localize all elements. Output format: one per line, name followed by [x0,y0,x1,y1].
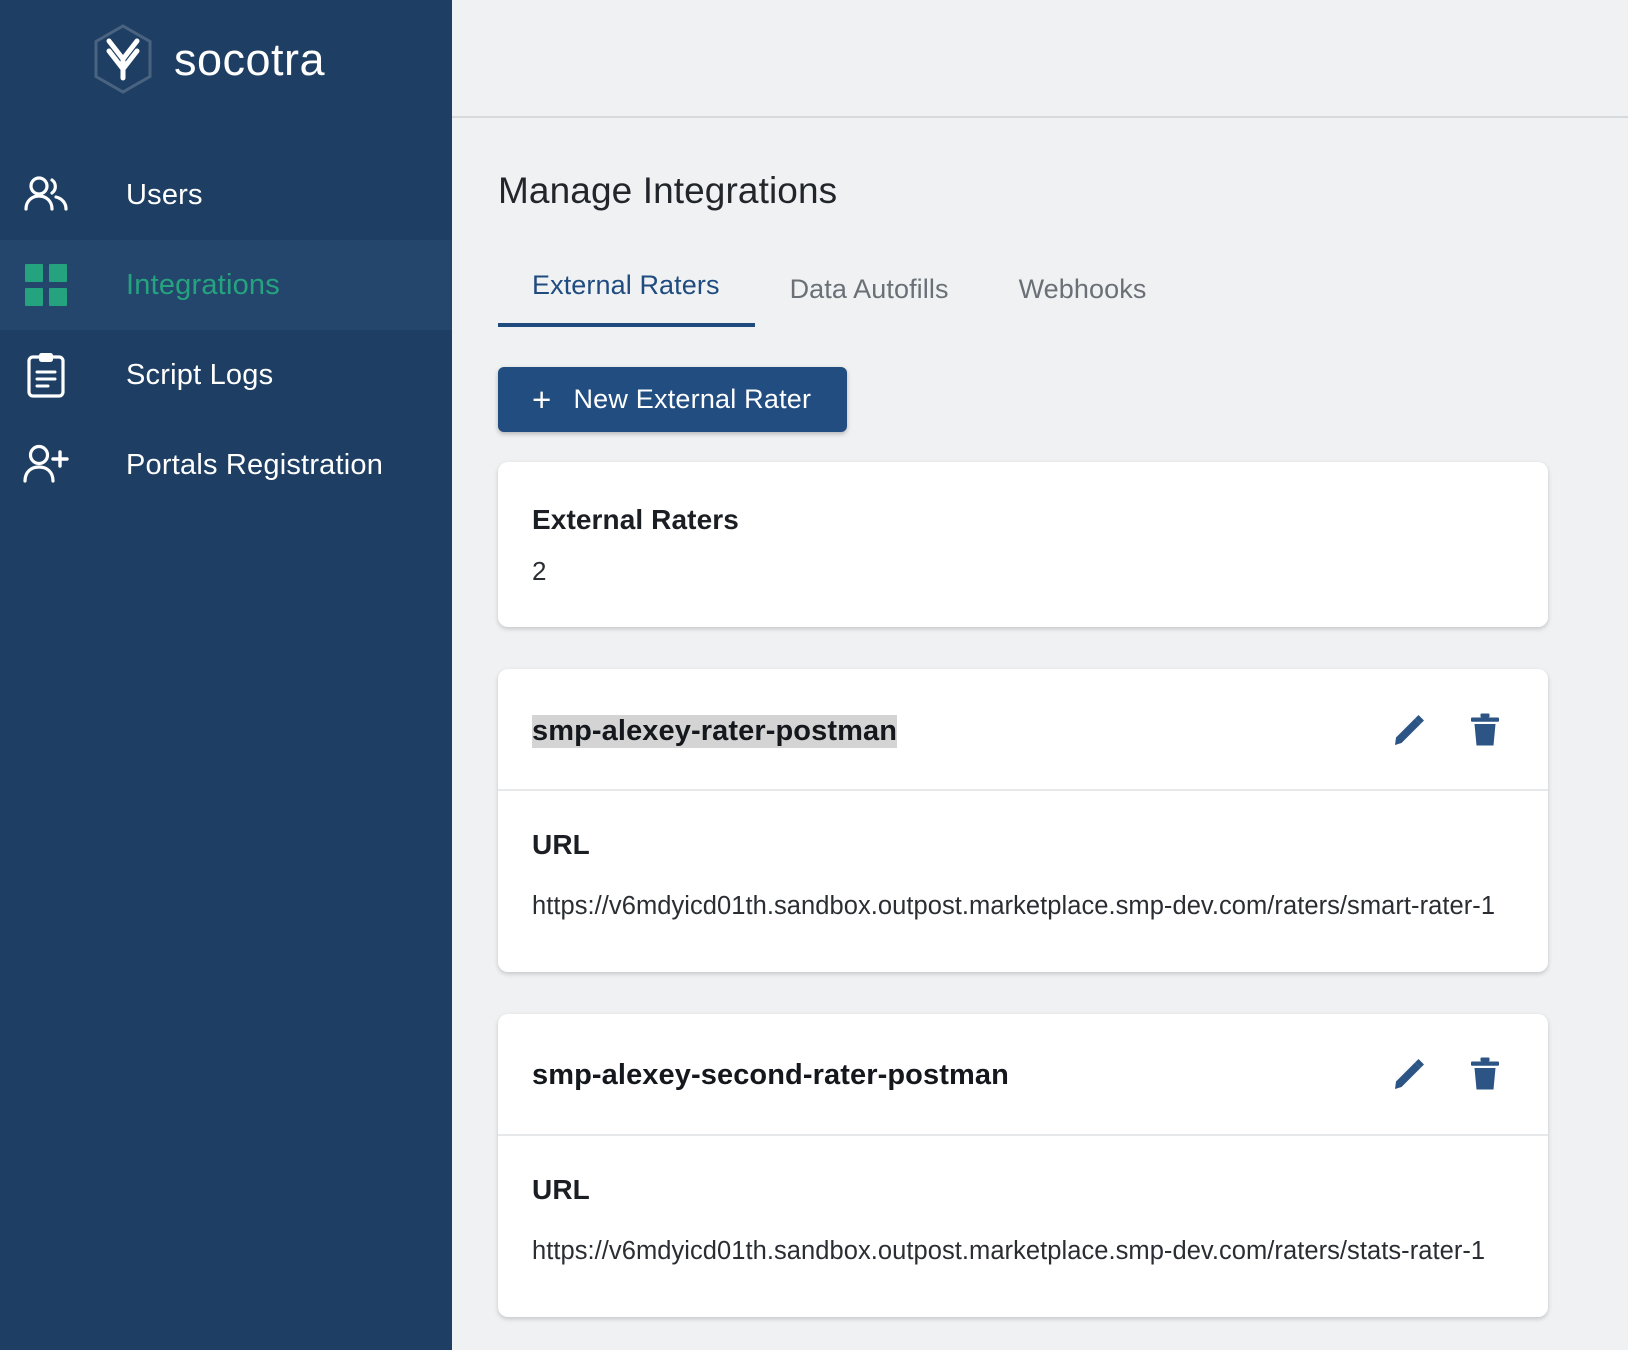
tab-webhooks[interactable]: Webhooks [984,274,1182,327]
socotra-hexagon-logo-icon [92,24,154,94]
page-title: Manage Integrations [498,170,838,211]
sidebar-nav: Users Integrations Script Logs Portals R… [0,150,452,510]
rater-name[interactable]: smp-alexey-rater-postman [532,714,898,748]
sidebar-item-label: Portals Registration [126,448,384,481]
sidebar-item-label: Script Logs [126,358,274,391]
pencil-icon [1393,714,1425,749]
rater-card: smp-alexey-rater-postman URL https://v6m… [498,669,1548,972]
top-bar [452,0,1628,118]
trash-icon [1470,1057,1500,1094]
users-icon [18,167,74,223]
rater-card-header: smp-alexey-rater-postman [498,669,1548,791]
plus-icon: + [532,381,552,418]
main-content: Manage Integrations External Raters Data… [452,0,1628,1350]
app-root: socotra Users Integrations Script Logs P… [0,0,1628,1350]
edit-rater-button[interactable] [1392,713,1426,749]
brand-name: socotra [174,33,326,85]
delete-rater-button[interactable] [1468,713,1502,749]
edit-rater-button[interactable] [1392,1058,1426,1094]
clipboard-icon [18,347,74,403]
summary-title: External Raters [532,504,739,535]
rater-card-body: URL https://v6mdyicd01th.sandbox.outpost… [498,791,1548,972]
sidebar-item-integrations[interactable]: Integrations [0,240,452,330]
summary-count: 2 [532,556,547,586]
rater-card-header: smp-alexey-second-rater-postman [498,1014,1548,1136]
sidebar-item-script-logs[interactable]: Script Logs [0,330,452,420]
tab-bar: External Raters Data Autofills Webhooks [498,270,1548,327]
sidebar-item-users[interactable]: Users [0,150,452,240]
url-field-value: https://v6mdyicd01th.sandbox.outpost.mar… [532,1236,1486,1265]
grid-squares-icon [18,257,74,313]
rater-actions [1392,1057,1502,1094]
tab-label: Data Autofills [789,274,949,304]
sidebar-item-portals-registration[interactable]: Portals Registration [0,420,452,510]
tab-external-raters[interactable]: External Raters [498,270,755,327]
trash-icon [1470,713,1500,750]
rater-card-body: URL https://v6mdyicd01th.sandbox.outpost… [498,1136,1548,1317]
pencil-icon [1393,1058,1425,1093]
rater-name[interactable]: smp-alexey-second-rater-postman [532,1059,1009,1092]
brand: socotra [0,0,452,118]
external-raters-summary-card: External Raters 2 [498,462,1548,627]
url-field-label: URL [532,829,590,860]
sidebar-item-label: Integrations [126,268,280,301]
user-plus-icon [18,437,74,493]
sidebar-item-label: Users [126,178,203,211]
sidebar: socotra Users Integrations Script Logs P… [0,0,452,1350]
delete-rater-button[interactable] [1468,1057,1502,1094]
tab-data-autofills[interactable]: Data Autofills [755,274,984,327]
tab-label: Webhooks [1018,274,1147,304]
rater-actions [1392,713,1502,749]
new-external-rater-button[interactable]: + New External Rater [498,367,848,432]
url-field-label: URL [532,1173,590,1205]
content-area: Manage Integrations External Raters Data… [452,118,1628,1317]
url-field-value: https://v6mdyicd01th.sandbox.outpost.mar… [532,892,1496,920]
tab-label: External Raters [532,270,720,300]
new-external-rater-label: New External Rater [573,384,812,414]
rater-card: smp-alexey-second-rater-postman URL http… [498,1013,1548,1317]
